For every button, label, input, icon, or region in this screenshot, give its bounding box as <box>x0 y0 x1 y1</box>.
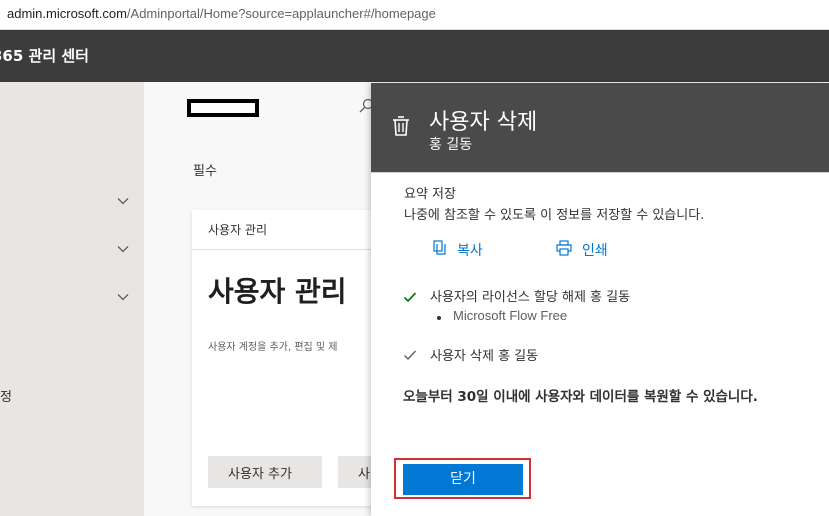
copy-button[interactable]: 복사 <box>433 240 483 260</box>
card-description: 사용자 계정을 추가, 편집 및 제 <box>208 342 338 353</box>
url-path: /Adminportal/Home?source=applauncher#/ho… <box>126 6 436 21</box>
printer-icon <box>556 240 582 260</box>
redacted-box <box>187 99 259 117</box>
url-text[interactable]: admin.microsoft.com/Adminportal/Home?sou… <box>7 6 436 21</box>
panel-header: 사용자 삭제 홍 길동 <box>371 83 829 172</box>
url-host: admin.microsoft.com <box>7 6 127 21</box>
add-user-button[interactable]: 사용자 추가 <box>208 456 322 488</box>
summary-title: 요약 저장 <box>404 187 456 202</box>
chevron-down-icon[interactable] <box>116 290 130 304</box>
result-user-deleted: 사용자 삭제 홍 길동 <box>430 349 539 364</box>
bullet-dot <box>437 316 441 320</box>
chevron-down-icon[interactable] <box>116 242 130 256</box>
summary-description: 나중에 참조할 수 있도록 이 정보를 저장할 수 있습니다. <box>404 208 705 223</box>
chevron-down-icon[interactable] <box>116 194 130 208</box>
checkmark-icon <box>403 289 417 303</box>
print-label: 인쇄 <box>582 243 608 259</box>
copy-icon <box>433 240 457 260</box>
section-label-required: 필수 <box>193 164 217 179</box>
panel-subtitle: 홍 길동 <box>429 137 473 153</box>
result-license-unassigned: 사용자의 라이선스 할당 해제 홍 길동 <box>430 290 631 305</box>
delete-user-panel: 사용자 삭제 홍 길동 요약 저장 나중에 참조할 수 있도록 이 정보를 저장… <box>371 83 829 516</box>
close-button[interactable]: 닫기 <box>403 464 523 495</box>
checkmark-icon <box>403 347 417 361</box>
restore-note: 오늘부터 30일 이내에 사용자와 데이터를 복원할 수 있습니다. <box>403 389 758 405</box>
panel-title: 사용자 삭제 <box>429 110 538 135</box>
print-button[interactable]: 인쇄 <box>556 240 608 260</box>
panel-divider <box>371 172 829 173</box>
trash-icon <box>391 115 411 137</box>
card-title: 사용자 관리 <box>208 275 347 308</box>
app-header: 365 관리 센터 <box>0 30 829 82</box>
browser-address-bar[interactable]: admin.microsoft.com/Adminportal/Home?sou… <box>0 0 829 30</box>
card-header: 사용자 관리 <box>208 223 268 237</box>
nav-item-label[interactable]: 정 <box>0 386 12 405</box>
copy-label: 복사 <box>457 243 483 259</box>
app-title[interactable]: 365 관리 센터 <box>0 45 89 66</box>
left-navigation: 정 <box>0 82 144 516</box>
license-item: Microsoft Flow Free <box>453 308 568 323</box>
